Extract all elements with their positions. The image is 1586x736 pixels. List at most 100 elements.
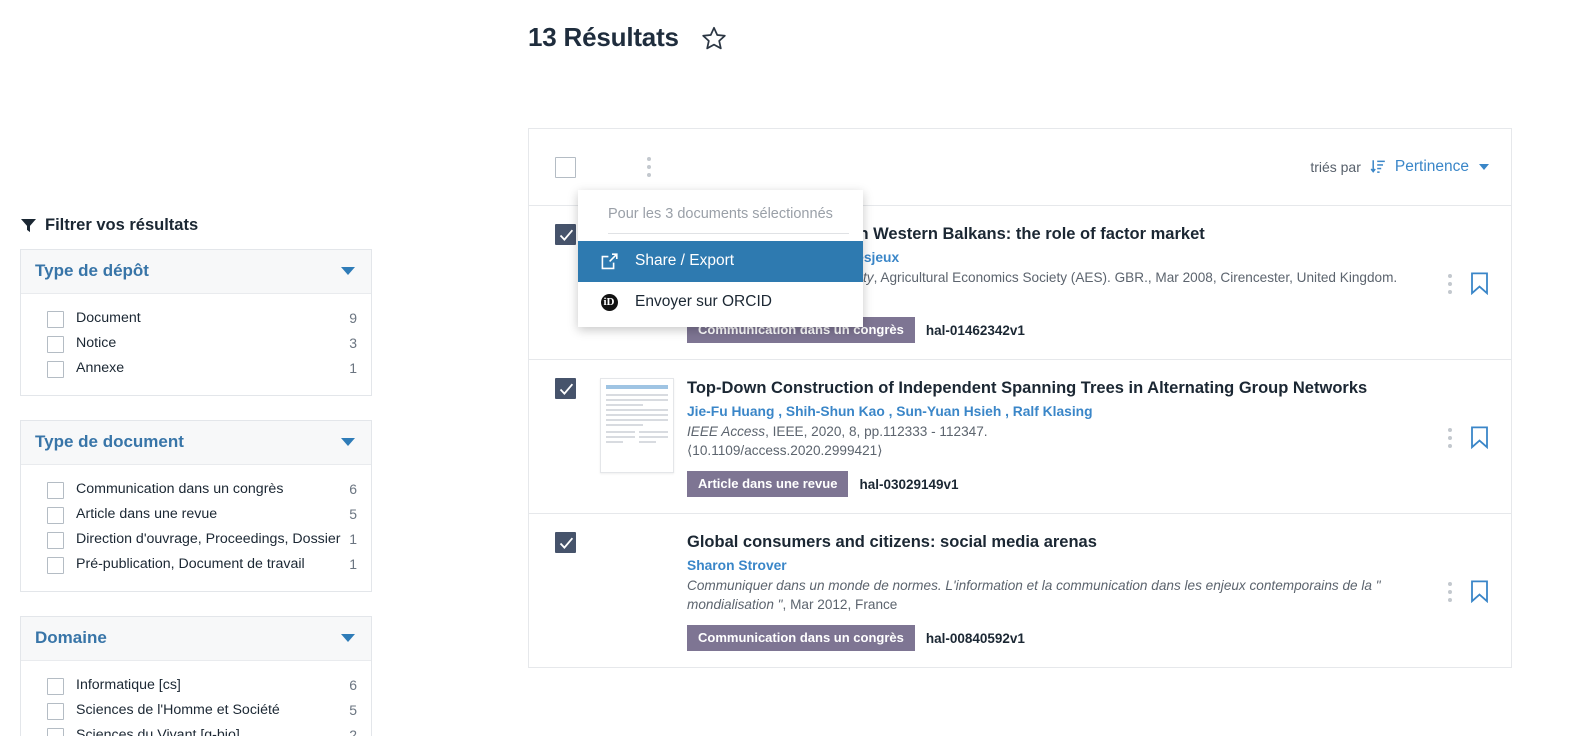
facet-options: Informatique [cs] 6 Sciences de l'Homme … (21, 661, 371, 736)
facet-option[interactable]: Direction d'ouvrage, Proceedings, Dossie… (35, 527, 357, 552)
search-results-page: 13 Résultats Filtrer vos résultats Type … (0, 0, 1586, 736)
menu-item-label: Share / Export (635, 252, 735, 269)
filters-title-label: Filtrer vos résultats (45, 216, 199, 234)
facet-option-label: Article dans une revue (76, 506, 218, 522)
kebab-menu-icon[interactable] (1448, 581, 1452, 602)
sort-label: triés par (1310, 159, 1361, 175)
result-meta: Communiquer dans un monde de normes. L'i… (687, 576, 1399, 614)
bulk-actions-dropdown: Pour les 3 documents sélectionnés Share … (578, 190, 863, 327)
result-checkbox[interactable] (555, 224, 576, 245)
facet-option[interactable]: Communication dans un congrès 6 (35, 477, 357, 502)
results-header: 13 Résultats (528, 22, 727, 53)
facet-option[interactable]: Sciences du Vivant [q-bio] 2 (35, 723, 357, 736)
hal-identifier[interactable]: hal-03029149v1 (859, 477, 958, 492)
result-title[interactable]: Global consumers and citizens: social me… (687, 532, 1399, 553)
result-meta-rest: , Mar 2012, France (782, 597, 898, 612)
chevron-down-icon[interactable] (341, 438, 355, 446)
sort-control: triés par Pertinence (1310, 158, 1489, 176)
facet-type-de-document: Type de document Communication dans un c… (20, 420, 372, 592)
facet-option-count: 9 (349, 310, 357, 326)
sort-value[interactable]: Pertinence (1395, 158, 1469, 176)
facet-options: Communication dans un congrès 6 Article … (21, 465, 371, 591)
facet-option-label: Communication dans un congrès (76, 481, 284, 497)
result-title[interactable]: Top-Down Construction of Independent Spa… (687, 378, 1399, 399)
result-venue: IEEE Access (687, 424, 766, 439)
facet-option[interactable]: Annexe 1 (35, 356, 357, 381)
checkbox[interactable] (47, 532, 64, 549)
dropdown-heading: Pour les 3 documents sélectionnés (608, 206, 833, 222)
facet-option-count: 1 (349, 556, 357, 572)
facet-option[interactable]: Pré-publication, Document de travail 1 (35, 552, 357, 577)
checkbox[interactable] (47, 507, 64, 524)
checkbox[interactable] (47, 728, 64, 736)
dropdown-divider (608, 233, 849, 234)
facet-option[interactable]: Document 9 (35, 306, 357, 331)
checkbox[interactable] (47, 703, 64, 720)
bookmark-icon[interactable] (1470, 272, 1489, 295)
result-select-column (545, 532, 587, 553)
result-checkbox[interactable] (555, 532, 576, 553)
checkbox[interactable] (47, 482, 64, 499)
hal-identifier[interactable]: hal-01462342v1 (926, 323, 1025, 338)
document-type-badge: Article dans une revue (687, 471, 849, 497)
result-meta-rest: , IEEE, 2020, 8, pp.112333 - 112347. (765, 424, 988, 439)
checkbox[interactable] (47, 557, 64, 574)
facet-option-label: Annexe (76, 360, 125, 376)
result-item: Global consumers and citizens: social me… (529, 514, 1511, 667)
chevron-down-icon[interactable] (341, 267, 355, 275)
filters-title: Filtrer vos résultats (20, 216, 372, 235)
checkbox[interactable] (47, 336, 64, 353)
kebab-menu-icon[interactable] (1448, 273, 1452, 294)
bookmark-icon[interactable] (1470, 426, 1489, 449)
result-select-column (545, 378, 587, 399)
result-item: Top-Down Construction of Independent Spa… (529, 360, 1511, 514)
facet-options: Document 9 Notice 3 Annexe 1 (21, 294, 371, 395)
facet-option-label: Notice (76, 335, 117, 351)
checkbox[interactable] (47, 678, 64, 695)
funnel-icon (21, 218, 36, 233)
checkbox[interactable] (47, 361, 64, 378)
facet-option-label: Informatique [cs] (76, 677, 181, 693)
result-authors[interactable]: Sharon Strover (687, 556, 1399, 575)
result-doi[interactable]: ⟨10.1109/access.2020.2999421⟩ (687, 441, 1399, 460)
menu-item-envoyer-sur-orcid[interactable]: iD Envoyer sur ORCID (578, 282, 863, 323)
facet-option[interactable]: Notice 3 (35, 331, 357, 356)
facet-option[interactable]: Sciences de l'Homme et Société 5 (35, 698, 357, 723)
facet-header[interactable]: Type de document (21, 421, 371, 465)
result-body: Top-Down Construction of Independent Spa… (687, 378, 1409, 497)
sort-amount-icon[interactable] (1370, 159, 1386, 175)
result-authors[interactable]: Jie-Fu Huang , Shih-Shun Kao , Sun-Yuan … (687, 402, 1399, 421)
facet-option-count: 1 (349, 531, 357, 547)
bookmark-icon[interactable] (1470, 580, 1489, 603)
filters-sidebar: Filtrer vos résultats Type de dépôt Docu… (20, 216, 372, 736)
select-all-checkbox[interactable] (555, 156, 576, 178)
facet-option-label: Sciences de l'Homme et Société (76, 702, 280, 718)
kebab-menu-icon[interactable] (1448, 427, 1452, 448)
facet-option[interactable]: Article dans une revue 5 (35, 502, 357, 527)
result-actions (1409, 426, 1489, 449)
star-icon[interactable] (701, 25, 727, 51)
facet-title: Type de dépôt (35, 261, 149, 280)
result-badges: Communication dans un congrès hal-008405… (687, 625, 1399, 651)
facet-type-de-depot: Type de dépôt Document 9 Notice 3 Annexe (20, 249, 372, 396)
facet-option-count: 6 (349, 481, 357, 497)
menu-item-share-export[interactable]: Share / Export (578, 241, 863, 282)
hal-identifier[interactable]: hal-00840592v1 (926, 631, 1025, 646)
facet-header[interactable]: Domaine (21, 617, 371, 661)
result-actions (1409, 272, 1489, 295)
facet-option-count: 6 (349, 677, 357, 693)
chevron-down-icon[interactable] (341, 634, 355, 642)
facet-option-label: Sciences du Vivant [q-bio] (76, 727, 240, 736)
facet-option[interactable]: Informatique [cs] 6 (35, 673, 357, 698)
result-checkbox[interactable] (555, 378, 576, 399)
facet-option-count: 2 (349, 727, 357, 736)
checkbox[interactable] (47, 311, 64, 328)
facet-option-count: 5 (349, 702, 357, 718)
facet-option-label: Direction d'ouvrage, Proceedings, Dossie… (76, 531, 341, 547)
result-thumbnail-column (587, 378, 687, 473)
kebab-menu-icon[interactable] (640, 157, 658, 177)
facet-header[interactable]: Type de dépôt (21, 250, 371, 294)
document-thumbnail[interactable] (600, 378, 674, 473)
chevron-down-icon[interactable] (1479, 164, 1489, 170)
share-export-icon (600, 252, 618, 270)
